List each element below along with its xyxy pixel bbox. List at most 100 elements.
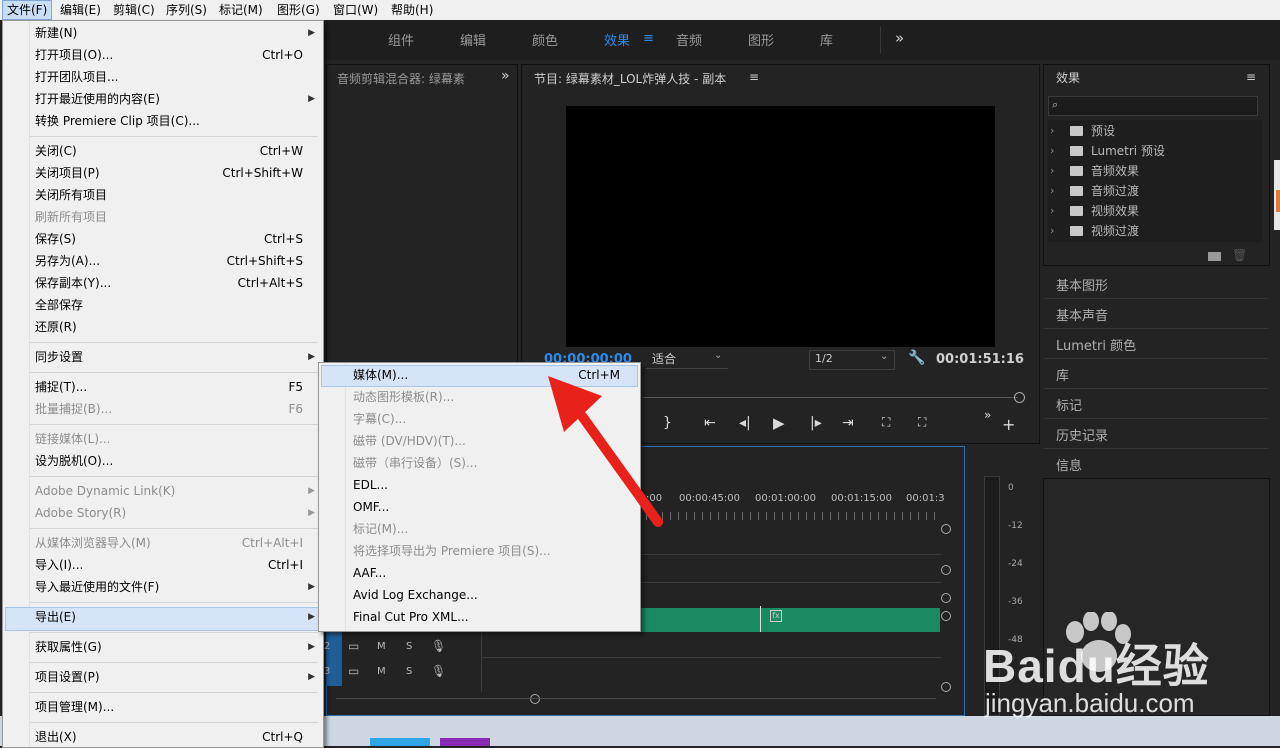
panel-menu-icon[interactable]: ≡: [749, 70, 759, 84]
playhead-line[interactable]: [760, 606, 761, 632]
resolution-dropdown[interactable]: 1/2 ⌄: [809, 350, 895, 370]
tab-color[interactable]: 颜色: [532, 30, 558, 49]
menu-item-new[interactable]: 新建(N) ▶: [35, 22, 315, 44]
menu-item-export-ale[interactable]: Avid Log Exchange...: [353, 584, 620, 606]
program-title[interactable]: 节目: 绿幕素材_LOL炸弹人技 - 副本: [534, 70, 726, 87]
tab-audio[interactable]: 音频: [676, 30, 702, 49]
menu-item-close-project[interactable]: 关闭项目(P) Ctrl+Shift+W: [35, 162, 303, 184]
extract-icon[interactable]: ⛶: [918, 415, 926, 430]
search-icon: ⌕: [1052, 98, 1059, 111]
track-divider: [481, 657, 941, 658]
menu-item-open-recent[interactable]: 打开最近使用的内容(E) ▶: [35, 88, 315, 110]
scroll-handle[interactable]: [941, 611, 951, 621]
mute-button[interactable]: M: [377, 666, 386, 677]
tab-libraries[interactable]: 库: [820, 30, 833, 49]
tab-graphics[interactable]: 图形: [748, 30, 774, 49]
menu-item-export[interactable]: 导出(E) ▶: [35, 606, 315, 628]
menu-item-close-all[interactable]: 关闭所有项目: [35, 184, 303, 206]
panel-essential-sound[interactable]: 基本声音: [1056, 305, 1108, 324]
fit-dropdown[interactable]: 适合 ⌄: [646, 350, 728, 369]
taskbar-app-button[interactable]: [440, 738, 490, 746]
lift-icon[interactable]: ⛶: [882, 415, 890, 430]
menu-item-batch-capture: 批量捕捉(B)... F6: [35, 402, 303, 416]
solo-button[interactable]: S: [406, 666, 412, 677]
wrench-icon[interactable]: 🔧: [908, 350, 925, 366]
menu-window[interactable]: 窗口(W): [329, 0, 382, 20]
microphone-icon[interactable]: 🎙: [431, 639, 446, 653]
menu-file[interactable]: 文件(F): [2, 0, 53, 20]
scroll-handle[interactable]: [941, 524, 951, 534]
audio-mixer-title[interactable]: 音频剪辑混合器: 绿幕素: [337, 70, 465, 87]
trash-icon[interactable]: 🗑: [1232, 248, 1247, 262]
menu-marker[interactable]: 标记(M): [215, 0, 267, 20]
panel-menu-icon[interactable]: ≡: [1246, 70, 1256, 84]
panel-history[interactable]: 历史记录: [1056, 425, 1108, 444]
go-to-out-icon[interactable]: ⇥: [842, 415, 854, 431]
go-to-in-icon[interactable]: ⇤: [704, 415, 716, 431]
scroll-handle[interactable]: [941, 565, 951, 575]
camera-icon[interactable]: ▭: [348, 639, 359, 653]
taskbar-app-button[interactable]: [370, 738, 430, 746]
microphone-icon[interactable]: 🎙: [431, 664, 446, 678]
menu-item-export-aaf[interactable]: AAF...: [353, 562, 620, 584]
step-forward-icon[interactable]: |▸: [810, 415, 822, 431]
menu-item-project-manager[interactable]: 项目管理(M)...: [35, 696, 303, 718]
panel-lumetri-color[interactable]: Lumetri 颜色: [1056, 335, 1136, 354]
audio-clip[interactable]: [636, 608, 940, 632]
menu-item-open-project[interactable]: 打开项目(O)... Ctrl+O: [35, 44, 303, 66]
step-back-icon[interactable]: ◂|: [739, 415, 751, 431]
tab-menu-icon[interactable]: ≡: [643, 31, 654, 46]
timeline-scrollbar[interactable]: [336, 698, 936, 699]
effects-title[interactable]: 效果: [1056, 69, 1080, 86]
menu-clip[interactable]: 剪辑(C): [109, 0, 159, 20]
baidu-watermark: Baidu经验 jingyan.baidu.com: [983, 610, 1273, 720]
ruler-label: 00:01:00:00: [755, 493, 817, 504]
tab-assembly[interactable]: 组件: [388, 30, 414, 49]
menu-item-convert-clip[interactable]: 转换 Premiere Clip 项目(C)...: [35, 110, 303, 132]
menu-item-save[interactable]: 保存(S) Ctrl+S: [35, 228, 303, 250]
menu-graphics[interactable]: 图形(G): [273, 0, 324, 20]
menu-item-save-copy[interactable]: 保存副本(Y)... Ctrl+Alt+S: [35, 272, 303, 294]
menu-item-get-properties[interactable]: 获取属性(G) ▶: [35, 636, 315, 658]
scrub-handle[interactable]: [1014, 392, 1025, 403]
scrub-bar[interactable]: [642, 397, 1018, 398]
folder-icon: [1070, 126, 1083, 136]
effects-search-input[interactable]: ⌕: [1048, 96, 1258, 116]
menu-item-import-recent[interactable]: 导入最近使用的文件(F) ▶: [35, 576, 315, 598]
menu-edit[interactable]: 编辑(E): [56, 0, 105, 20]
tab-editing[interactable]: 编辑: [460, 30, 486, 49]
new-bin-icon[interactable]: [1208, 252, 1221, 261]
menu-help[interactable]: 帮助(H): [387, 0, 437, 20]
video-preview[interactable]: [566, 106, 995, 347]
panel-info[interactable]: 信息: [1056, 455, 1082, 474]
add-button-icon[interactable]: +: [1002, 415, 1015, 434]
panel-more-icon[interactable]: »: [501, 68, 510, 84]
menu-item-open-team-project[interactable]: 打开团队项目...: [35, 66, 303, 88]
menu-item-make-offline[interactable]: 设为脱机(O)...: [35, 450, 303, 472]
fit-value: 适合: [652, 352, 677, 366]
panel-libraries[interactable]: 库: [1056, 365, 1069, 384]
play-icon[interactable]: ▶: [773, 414, 785, 432]
scroll-handle[interactable]: [941, 682, 951, 692]
menu-item-sync-settings[interactable]: 同步设置 ▶: [35, 346, 315, 368]
menu-item-save-all[interactable]: 全部保存: [35, 294, 303, 316]
panel-essential-graphics[interactable]: 基本图形: [1056, 275, 1108, 294]
more-controls-icon[interactable]: »: [984, 408, 991, 422]
menu-item-save-as[interactable]: 另存为(A)... Ctrl+Shift+S: [35, 250, 303, 272]
menu-sequence[interactable]: 序列(S): [162, 0, 211, 20]
panel-markers[interactable]: 标记: [1056, 395, 1082, 414]
menu-item-exit[interactable]: 退出(X) Ctrl+Q: [35, 726, 303, 746]
menu-item-export-fcpxml[interactable]: Final Cut Pro XML...: [353, 606, 620, 628]
menu-item-capture[interactable]: 捕捉(T)... F5: [35, 376, 303, 398]
workspace-more-icon[interactable]: »: [895, 29, 904, 47]
tab-effects[interactable]: 效果: [604, 30, 630, 49]
menu-item-revert[interactable]: 还原(R): [35, 316, 303, 338]
camera-icon[interactable]: ▭: [348, 664, 359, 678]
menu-item-project-settings[interactable]: 项目设置(P) ▶: [35, 666, 315, 688]
zoom-handle[interactable]: [530, 694, 540, 704]
scroll-handle[interactable]: [941, 593, 951, 603]
mute-button[interactable]: M: [377, 641, 386, 652]
menu-item-import[interactable]: 导入(I)... Ctrl+I: [35, 554, 303, 576]
menu-item-close[interactable]: 关闭(C) Ctrl+W: [35, 140, 303, 162]
solo-button[interactable]: S: [406, 641, 412, 652]
